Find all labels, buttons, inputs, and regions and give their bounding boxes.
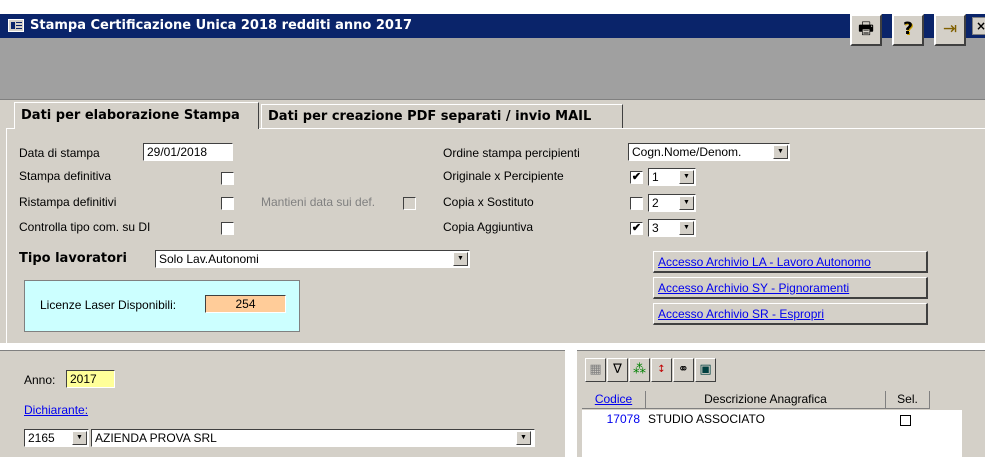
tab-elaborazione-stampa[interactable]: Dati per elaborazione Stampa xyxy=(14,102,259,129)
originale-copies-value: 1 xyxy=(652,170,659,184)
copia-sostituto-value: 2 xyxy=(652,196,659,210)
filter-button[interactable]: ∇ xyxy=(607,358,628,382)
print-icon: 🖶 xyxy=(857,19,875,39)
dichiarante-code-value: 2165 xyxy=(28,431,55,445)
tipo-lavoratori-value: Solo Lav.Autonomi xyxy=(159,252,259,266)
exit-button[interactable]: ⇥ xyxy=(934,14,966,46)
cell-descrizione: STUDIO ASSOCIATO xyxy=(648,412,765,426)
chevron-down-icon[interactable]: ▼ xyxy=(773,145,788,159)
anno-label: Anno: xyxy=(24,373,56,387)
sort-button[interactable]: ↕ xyxy=(651,358,672,382)
licenze-label: Licenze Laser Disponibili: xyxy=(40,298,177,312)
link-archivio-sy[interactable]: Accesso Archivio SY - Pignoramenti xyxy=(653,277,928,299)
filter-icon: ∇ xyxy=(613,362,622,377)
grid-icon: ▦ xyxy=(589,362,602,377)
help-button[interactable]: ? xyxy=(892,14,924,46)
chevron-down-icon[interactable]: ▼ xyxy=(679,170,694,184)
originale-label: Originale x Percipiente xyxy=(443,169,564,183)
mantieni-data-checkbox xyxy=(403,197,416,210)
exit-icon: ⇥ xyxy=(942,19,958,39)
print-button[interactable]: 🖶 xyxy=(850,14,882,46)
chevron-down-icon[interactable]: ▼ xyxy=(453,252,468,266)
ristampa-label: Ristampa definitivi xyxy=(19,195,117,209)
tab-label: Dati per creazione PDF separati / invio … xyxy=(268,109,592,124)
copia-aggiuntiva-checkbox[interactable]: ✔ xyxy=(630,222,643,235)
chevron-down-icon[interactable]: ▼ xyxy=(679,196,694,210)
tab-label: Dati per elaborazione Stampa xyxy=(21,108,240,123)
column-header-codice[interactable]: Codice xyxy=(582,391,646,409)
controlla-label: Controlla tipo com. su DI xyxy=(19,220,151,234)
ristampa-checkbox[interactable] xyxy=(221,197,234,210)
sort-icon: ↕ xyxy=(657,364,666,375)
link-archivio-la[interactable]: Accesso Archivio LA - Lavoro Autonomo xyxy=(653,251,928,273)
close-button[interactable]: × xyxy=(972,17,985,35)
app-icon xyxy=(8,19,24,32)
stampa-definitiva-checkbox[interactable] xyxy=(221,172,234,185)
traffic-light-button[interactable]: ⁂ xyxy=(629,358,650,382)
dichiarante-name-value: AZIENDA PROVA SRL xyxy=(95,431,217,445)
grid-button[interactable]: ▦ xyxy=(585,358,606,382)
chevron-down-icon[interactable]: ▼ xyxy=(679,221,694,235)
dichiarante-name-select[interactable]: AZIENDA PROVA SRL xyxy=(91,429,535,447)
window-title: Stampa Certificazione Unica 2018 redditi… xyxy=(30,18,412,33)
tipo-lavoratori-label: Tipo lavoratori xyxy=(19,251,127,266)
toolbar xyxy=(0,38,985,100)
column-header-descrizione[interactable]: Descrizione Anagrafica xyxy=(646,391,886,409)
ordine-value: Cogn.Nome/Denom. xyxy=(632,145,742,159)
book-icon: ▣ xyxy=(699,362,712,377)
chevron-down-icon[interactable]: ▼ xyxy=(72,431,87,445)
anno-field[interactable]: 2017 xyxy=(66,370,115,388)
dichiarante-link[interactable]: Dichiarante: xyxy=(24,403,88,417)
table-row[interactable]: 17078 STUDIO ASSOCIATO xyxy=(582,412,962,430)
originale-checkbox[interactable]: ✔ xyxy=(630,171,643,184)
title-bar: Stampa Certificazione Unica 2018 redditi… xyxy=(0,14,985,38)
data-stampa-label: Data di stampa xyxy=(19,146,100,160)
data-stampa-field[interactable]: 29/01/2018 xyxy=(143,143,233,161)
column-header-sel[interactable]: Sel. xyxy=(886,391,930,409)
help-icon: ? xyxy=(903,19,913,39)
row-select-checkbox[interactable] xyxy=(900,415,911,426)
link-archivio-sr[interactable]: Accesso Archivio SR - Espropri xyxy=(653,303,928,325)
copia-aggiuntiva-value: 3 xyxy=(652,221,659,235)
chevron-down-icon[interactable]: ▼ xyxy=(516,431,531,445)
binoculars-button[interactable]: ⚭ xyxy=(673,358,694,382)
binoculars-icon: ⚭ xyxy=(678,362,689,377)
ordine-select[interactable]: Cogn.Nome/Denom. xyxy=(628,143,790,161)
tab-pdf-mail[interactable]: Dati per creazione PDF separati / invio … xyxy=(261,104,623,128)
ordine-label: Ordine stampa percipienti xyxy=(443,146,580,160)
mantieni-data-label: Mantieni data sui def. xyxy=(261,195,376,209)
book-button[interactable]: ▣ xyxy=(695,358,716,382)
stampa-definitiva-label: Stampa definitiva xyxy=(19,169,112,183)
cell-codice: 17078 xyxy=(606,412,640,426)
traffic-light-icon: ⁂ xyxy=(633,362,646,377)
tipo-lavoratori-select[interactable]: Solo Lav.Autonomi xyxy=(155,250,470,268)
copia-sostituto-label: Copia x Sostituto xyxy=(443,195,534,209)
copia-aggiuntiva-label: Copia Aggiuntiva xyxy=(443,220,534,234)
licenze-value: 254 xyxy=(205,295,286,313)
copia-sostituto-checkbox[interactable] xyxy=(630,197,643,210)
controlla-checkbox[interactable] xyxy=(221,222,234,235)
